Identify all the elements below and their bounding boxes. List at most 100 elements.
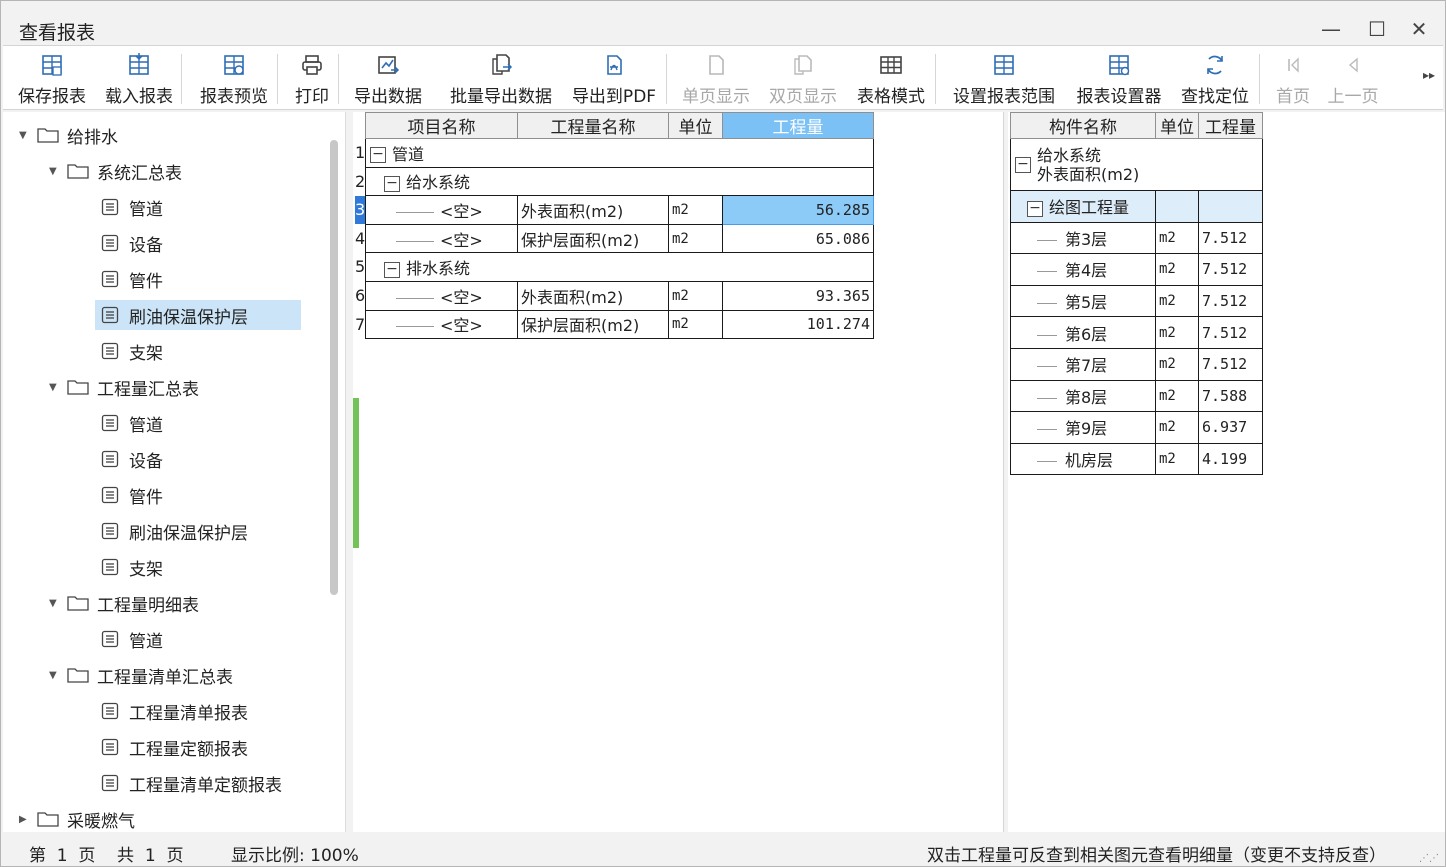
quantity-cell[interactable]: 7.588 <box>1198 379 1263 413</box>
table-row[interactable]: − 管道 <box>365 138 874 168</box>
header-project-name[interactable]: 项目名称 <box>365 112 518 139</box>
tree-node-report[interactable]: 设备 <box>101 444 163 474</box>
tree-node-group[interactable]: ▼ 工程量清单汇总表 <box>49 660 233 690</box>
row-number[interactable]: 3 <box>355 196 365 225</box>
row-number[interactable]: 7 <box>355 311 365 339</box>
quantity-cell[interactable]: 7.512 <box>1198 221 1263 255</box>
tree-node-collapsed[interactable]: ▶ 采暖燃气 <box>19 804 135 832</box>
row-number[interactable]: 6 <box>355 282 365 310</box>
quantity-cell[interactable]: 6.937 <box>1198 411 1263 444</box>
unit-cell[interactable]: m2 <box>668 280 723 311</box>
detail-row[interactable]: 第9层 m2 6.937 <box>1010 411 1263 444</box>
toolbar-button-15[interactable]: 上一页 <box>1293 46 1413 109</box>
detail-row[interactable]: 第5层 m2 7.512 <box>1010 284 1263 318</box>
detail-row[interactable]: 第6层 m2 7.512 <box>1010 316 1263 349</box>
expand-arrow-icon[interactable]: ▼ <box>49 598 63 609</box>
tree-node-report[interactable]: 管道 <box>101 192 163 222</box>
collapse-icon[interactable]: − <box>1015 156 1031 173</box>
tree-node-group[interactable]: ▼ 工程量明细表 <box>49 588 199 618</box>
collapse-icon[interactable]: − <box>1027 200 1043 217</box>
toolbar-button-10[interactable]: 表格模式 <box>831 46 951 109</box>
detail-group-row[interactable]: − 给水系统 外表面积(m2) <box>1010 138 1263 191</box>
detail-row[interactable]: 第8层 m2 7.588 <box>1010 379 1263 413</box>
header-quantity[interactable]: 工程量 <box>1198 112 1263 139</box>
collapse-icon[interactable]: − <box>384 175 400 192</box>
unit-cell[interactable]: m2 <box>668 223 723 254</box>
row-number[interactable]: 5 <box>355 253 365 281</box>
tree-node-report[interactable]: 管件 <box>101 264 163 294</box>
toolbar-overflow-icon[interactable]: ▸▸ <box>1423 68 1435 82</box>
header-unit[interactable]: 单位 <box>1155 112 1199 139</box>
quantity-name-cell[interactable]: 保护层面积(m2) <box>517 309 669 340</box>
tree-node-group[interactable]: ▼ 工程量汇总表 <box>49 372 199 402</box>
expand-arrow-icon[interactable]: ▼ <box>49 166 63 177</box>
header-quantity[interactable]: 工程量 <box>722 112 874 139</box>
table-row[interactable]: <空> 保护层面积(m2) m2 101.274 <box>365 309 874 340</box>
table-row[interactable]: − 排水系统 <box>365 252 874 282</box>
quantity-cell[interactable]: 56.285 <box>722 195 874 225</box>
detail-row[interactable]: 机房层 m2 4.199 <box>1010 442 1263 476</box>
quantity-cell[interactable]: 4.199 <box>1198 442 1263 476</box>
quantity-cell[interactable]: 93.365 <box>722 280 874 311</box>
tree-scrollbar[interactable] <box>330 140 338 595</box>
header-component-name[interactable]: 构件名称 <box>1010 112 1156 139</box>
close-button[interactable]: ✕ <box>1399 11 1439 47</box>
report-tree: ▼ 给排水 ▼ 系统汇总表 管道 设备 管件 刷油保温保护层 支架 ▼ 工程量汇总表 管道 设备 管件 刷油… <box>3 112 346 832</box>
toolbar-button-6[interactable]: 批量导出数据 <box>441 46 561 109</box>
tree-node-report[interactable]: 管道 <box>101 624 163 654</box>
quantity-cell[interactable]: 65.086 <box>722 223 874 254</box>
status-hint: 双击工程量可反查到相关图元查看明细量（变更不支持反查） <box>927 846 1386 866</box>
table-row[interactable]: <空> 外表面积(m2) m2 93.365 <box>365 280 874 311</box>
expand-arrow-icon[interactable]: ▼ <box>49 382 63 393</box>
tree-node-report[interactable]: 刷油保温保护层 <box>95 300 301 330</box>
detail-row[interactable]: 第4层 m2 7.512 <box>1010 253 1263 286</box>
tree-node-report[interactable]: 支架 <box>101 552 163 582</box>
table-row[interactable]: − 给水系统 <box>365 166 874 197</box>
toolbar-button-11[interactable]: 设置报表范围 <box>944 46 1064 109</box>
collapse-icon[interactable]: − <box>370 147 386 164</box>
quantity-cell[interactable]: 7.512 <box>1198 284 1263 318</box>
header-quantity-name[interactable]: 工程量名称 <box>517 112 669 139</box>
toolbar-button-label: 导出到PDF <box>571 87 657 107</box>
collapse-arrow-icon[interactable]: ▶ <box>19 814 33 825</box>
minimize-button[interactable]: — <box>1311 11 1351 47</box>
tree-node-report[interactable]: 工程量定额报表 <box>101 732 248 762</box>
row-number[interactable]: 2 <box>355 168 365 196</box>
tree-node-report[interactable]: 工程量清单定额报表 <box>101 768 282 798</box>
quantity-cell[interactable]: 7.512 <box>1198 347 1263 381</box>
unit-cell[interactable]: m2 <box>668 195 723 225</box>
quantity-name-cell[interactable]: 保护层面积(m2) <box>517 223 669 254</box>
toolbar-button-5[interactable]: 导出数据 <box>328 46 448 109</box>
quantity-name-cell[interactable]: 外表面积(m2) <box>517 195 669 225</box>
collapse-icon[interactable]: − <box>384 261 400 278</box>
detail-subgroup-row[interactable]: − 绘图工程量 <box>1010 190 1263 223</box>
unit-cell[interactable]: m2 <box>668 309 723 340</box>
tree-node-label: 采暖燃气 <box>67 811 135 832</box>
quantity-cell[interactable]: 101.274 <box>722 309 874 340</box>
header-unit[interactable]: 单位 <box>668 112 723 139</box>
tree-node-root[interactable]: ▼ 给排水 <box>19 120 118 150</box>
quantity-cell[interactable]: 7.512 <box>1198 253 1263 286</box>
report-icon <box>101 702 119 720</box>
table-row[interactable]: <空> 外表面积(m2) m2 56.285 <box>365 195 874 225</box>
row-number[interactable]: 1 <box>355 139 365 167</box>
expand-arrow-icon[interactable]: ▼ <box>49 670 63 681</box>
expand-arrow-icon[interactable]: ▼ <box>19 130 33 141</box>
detail-row[interactable]: 第7层 m2 7.512 <box>1010 347 1263 381</box>
tree-node-report[interactable]: 工程量清单报表 <box>101 696 248 726</box>
resize-grip-icon[interactable]: ⋰⋰ <box>1419 853 1439 864</box>
detail-row[interactable]: 第3层 m2 7.512 <box>1010 221 1263 255</box>
table-row[interactable]: <空> 保护层面积(m2) m2 65.086 <box>365 223 874 254</box>
maximize-button[interactable]: ☐ <box>1357 11 1397 47</box>
tree-node-report[interactable]: 支架 <box>101 336 163 366</box>
tree-node-report[interactable]: 设备 <box>101 228 163 258</box>
tree-node-report[interactable]: 管道 <box>101 408 163 438</box>
row-number[interactable]: 4 <box>355 225 365 253</box>
tree-node-group[interactable]: ▼ 系统汇总表 <box>49 156 182 186</box>
tree-node-report[interactable]: 刷油保温保护层 <box>101 516 248 546</box>
quantity-cell[interactable]: 7.512 <box>1198 316 1263 349</box>
quantity-name-cell[interactable]: 外表面积(m2) <box>517 280 669 311</box>
splitter-handle[interactable] <box>353 398 359 548</box>
tree-node-report[interactable]: 管件 <box>101 480 163 510</box>
folder-icon <box>67 163 89 179</box>
